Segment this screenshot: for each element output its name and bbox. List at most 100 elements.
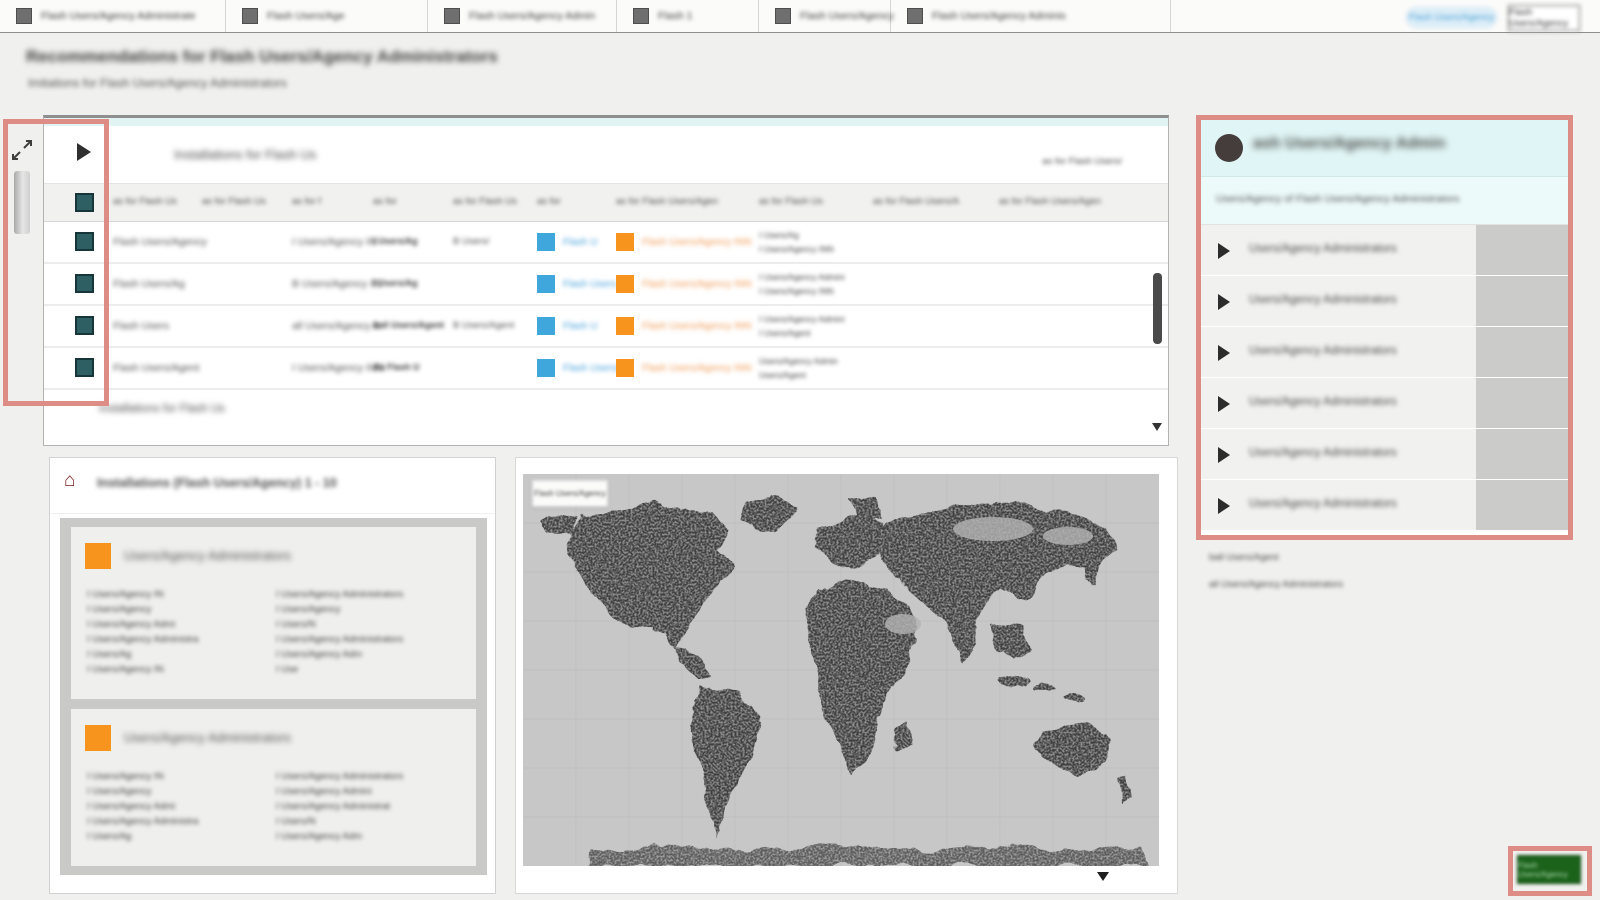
blue-badge-icon (537, 317, 555, 335)
legend-line: I Users/Agency Admini (276, 784, 403, 799)
orange-legend-icon (85, 725, 111, 751)
orange-legend-icon (85, 543, 111, 569)
blue-link[interactable]: Flash Users (563, 279, 616, 290)
table-row[interactable]: Flash Users/Agency I Users/Agency IN I U… (44, 222, 1168, 264)
orange-badge-icon (616, 275, 634, 293)
table-row[interactable]: Flash Users all Users/Agency A ball User… (44, 306, 1168, 348)
accordion-label: Users/Agency Administrators (1249, 243, 1397, 255)
side-panel-header: ash Users/Agency Admin (1201, 120, 1568, 177)
cell-value: I Users/Agency IN (292, 236, 377, 248)
orange-link[interactable]: Flash Users/Agency INN (642, 363, 751, 374)
tab-3[interactable]: Flash Users/Agency Admin (428, 0, 617, 32)
accordion-label: Users/Agency Administrators (1249, 345, 1397, 357)
info-card-header: ⌂ Installations (Flash Users/Agency) 1 -… (50, 458, 495, 514)
cell-value: I Users/Ag (373, 278, 418, 288)
select-all-checkbox[interactable] (75, 193, 94, 212)
accordion-item[interactable]: Users/Agency Administrators (1201, 276, 1568, 327)
expand-triangle-icon[interactable] (1218, 396, 1230, 412)
home-icon[interactable]: ⌂ (64, 471, 75, 490)
table-corner-label: as for Flash Users/ (1042, 156, 1122, 167)
accordion-value-block (1476, 378, 1568, 428)
orange-link[interactable]: Flash Users/Agency INN (642, 237, 751, 248)
side-panel-subheader: Users/Agency of Flash Users/Agency Admin… (1201, 177, 1568, 225)
expand-triangle-icon[interactable] (1218, 243, 1230, 259)
legend-line: I Users/Agency Administra (87, 632, 198, 647)
table-row[interactable]: Flash Users/Ag B Users/Agency IN I Users… (44, 264, 1168, 306)
expand-triangle-icon[interactable] (1218, 447, 1230, 463)
column-header: as for Flash Us (113, 196, 177, 207)
accordion-value-block (1476, 276, 1568, 326)
blue-link[interactable]: Flash U (563, 237, 597, 248)
accordion-item[interactable]: Users/Agency Administrators (1201, 480, 1568, 531)
accordion-item[interactable]: Users/Agency Administrators (1201, 378, 1568, 429)
cell-name: Flash Users (113, 320, 169, 332)
legend-line: I Use (276, 662, 403, 677)
cell-value: all Users/Agency A (292, 320, 380, 332)
column-header: as for f (292, 196, 321, 207)
table-scrollbar[interactable] (1154, 188, 1166, 439)
map-card: Flash Users/Agency (515, 457, 1178, 894)
orange-link[interactable]: Flash Users/Agency INN (642, 279, 751, 290)
accordion-value-block (1476, 225, 1568, 275)
side-panel-note-1: ball Users/Agent (1209, 552, 1279, 563)
scrollbar-thumb[interactable] (1153, 273, 1162, 344)
panel-top-strip (44, 118, 1168, 126)
cell-name: Flash Users/Agency (113, 236, 207, 248)
accordion-item[interactable]: Users/Agency Administrators (1201, 429, 1568, 480)
tab-5[interactable]: Flash Users/Agency (759, 0, 891, 32)
detail-line-2: Users/Agent (759, 370, 806, 380)
tab-4[interactable]: Flash 1 (617, 0, 759, 32)
cell-value: B Users/Agency IN (292, 278, 381, 290)
orange-link[interactable]: Flash Users/Agency INN (642, 321, 751, 332)
expand-triangle-icon[interactable] (1218, 498, 1230, 514)
expand-icon[interactable] (10, 138, 34, 162)
tab-label: Flash Users/Age (267, 10, 345, 22)
topbar-pill-button[interactable]: Flash Users/Agency (1406, 7, 1497, 28)
column-header: as for (373, 196, 397, 207)
tab-icon (444, 8, 460, 24)
legend-group-heading: Users/Agency Administrators (124, 548, 291, 563)
row-checkbox[interactable] (75, 358, 94, 377)
row-checkbox[interactable] (75, 232, 94, 251)
accordion-item[interactable]: Users/Agency Administrators (1201, 225, 1568, 276)
topbar-box-button[interactable]: Flash Users/Agency (1508, 5, 1580, 31)
tab-2[interactable]: Flash Users/Age (226, 0, 428, 32)
row-checkbox[interactable] (75, 274, 94, 293)
blue-link[interactable]: Flash U (563, 321, 597, 332)
detail-line-1: Users/Agency Admin (759, 356, 838, 366)
tab-label: Flash Users/Agency Admin (469, 10, 595, 22)
tab-1[interactable]: Flash Users/Agency Administrate (0, 0, 226, 32)
gutter-scroll-handle[interactable] (14, 171, 30, 234)
legend-list-left: I Users/Agency IN I Users/Agency I Users… (87, 769, 198, 844)
legend-line: I Users/Agency Administrators (276, 587, 403, 602)
recommendations-table-panel: Installations for Flash Us as for Flash … (43, 115, 1169, 446)
legend-line: I Users/Agency Adm (276, 647, 403, 662)
cell-value: B Users/Agent (453, 320, 514, 331)
map-down-arrow-icon[interactable] (1097, 872, 1109, 881)
legend-line: I Users/Agency IN (87, 662, 198, 677)
orange-badge-icon (616, 317, 634, 335)
info-card-title: Installations (Flash Users/Agency) 1 - 1… (97, 476, 337, 490)
world-map[interactable]: Flash Users/Agency (523, 474, 1159, 866)
legend-line: I Users/Agency Administra (87, 814, 198, 829)
table-row[interactable]: Flash Users/Agent I Users/Agency INN As … (44, 348, 1168, 390)
map-layer-label[interactable]: Flash Users/Agency (532, 480, 608, 507)
tab-6[interactable]: Flash Users/Agency Adminis (891, 0, 1171, 32)
column-header: as for (537, 196, 561, 207)
tab-label: Flash Users/Agency Adminis (932, 10, 1066, 22)
accordion-item[interactable]: Users/Agency Administrators (1201, 327, 1568, 378)
collapse-triangle-icon[interactable] (77, 143, 91, 161)
cell-detail: I Users/Agency AdminiI Users/Agency INN (759, 270, 845, 298)
scrollbar-down-arrow-icon[interactable] (1152, 423, 1162, 431)
action-green-button[interactable]: Flash Users/Agency (1517, 855, 1581, 884)
blue-badge-icon (537, 275, 555, 293)
expand-triangle-icon[interactable] (1218, 345, 1230, 361)
legend-line: I Users/N (276, 617, 403, 632)
expand-triangle-icon[interactable] (1218, 294, 1230, 310)
page-title: Recommendations for Flash Users/Agency A… (26, 47, 498, 67)
accordion-value-block (1476, 429, 1568, 479)
accordion-label: Users/Agency Administrators (1249, 447, 1397, 459)
row-checkbox[interactable] (75, 316, 94, 335)
legend-line: I Users/Agency Admi (87, 617, 198, 632)
column-header: as for Flash Users/Agen (999, 196, 1101, 207)
